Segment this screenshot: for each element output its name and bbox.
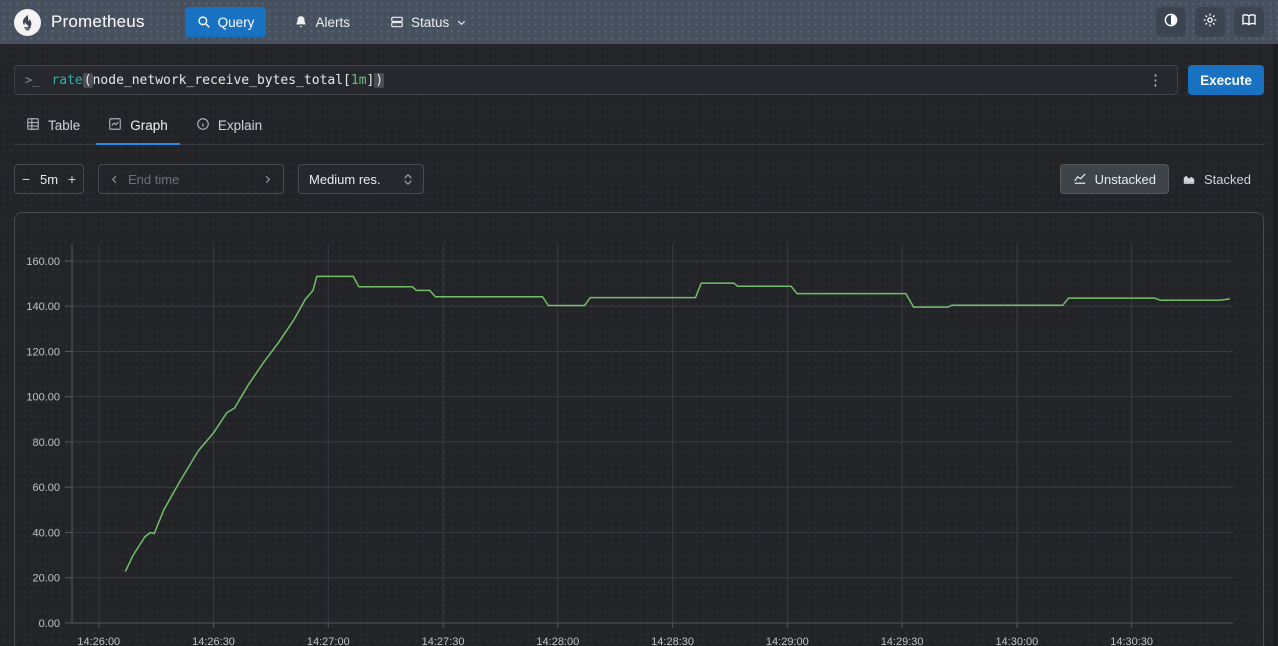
svg-text:80.00: 80.00 [32, 437, 60, 449]
theme-toggle-button[interactable] [1156, 7, 1186, 37]
svg-text:120.00: 120.00 [26, 346, 60, 358]
tab-explain[interactable]: Explain [184, 110, 274, 145]
navbar: Prometheus Query Alerts [0, 0, 1278, 44]
svg-text:14:27:30: 14:27:30 [422, 636, 465, 646]
execute-button[interactable]: Execute [1188, 65, 1264, 95]
tab-graph-label: Graph [130, 118, 168, 133]
svg-text:14:28:30: 14:28:30 [651, 636, 694, 646]
unstacked-button[interactable]: Unstacked [1060, 164, 1169, 194]
svg-text:14:29:00: 14:29:00 [766, 636, 809, 646]
select-chevrons-icon [403, 174, 413, 185]
svg-text:140.00: 140.00 [26, 301, 60, 313]
graph-controls: − 5m + End time Medium res. [14, 164, 1264, 194]
svg-text:14:30:00: 14:30:00 [995, 636, 1038, 646]
svg-text:40.00: 40.00 [32, 527, 60, 539]
svg-text:14:29:30: 14:29:30 [881, 636, 924, 646]
tab-table[interactable]: Table [14, 110, 92, 145]
stacking-toggle: Unstacked Stacked [1060, 164, 1264, 194]
range-stepper: − 5m + [14, 164, 84, 194]
brand-title: Prometheus [51, 12, 145, 32]
bell-icon [294, 15, 308, 29]
search-icon [197, 15, 211, 29]
console-prompt-icon: >_ [25, 73, 39, 87]
svg-text:14:28:00: 14:28:00 [536, 636, 579, 646]
server-icon [390, 15, 404, 29]
range-decrease-button[interactable]: − [15, 171, 37, 187]
time-forward-icon[interactable] [262, 174, 273, 185]
nav-query-label: Query [218, 15, 255, 30]
stacked-label: Stacked [1204, 172, 1251, 187]
svg-text:60.00: 60.00 [32, 482, 60, 494]
scrollbar[interactable] [1273, 44, 1278, 646]
svg-text:160.00: 160.00 [26, 256, 60, 268]
nav-alerts-label: Alerts [315, 15, 350, 30]
panel-tabs: Table Graph Explain [14, 110, 1264, 145]
stacked-chart-icon [1182, 171, 1196, 188]
navbar-actions [1156, 7, 1264, 37]
main-content: >_ rate(node_network_receive_bytes_total… [0, 65, 1278, 646]
svg-text:14:27:00: 14:27:00 [307, 636, 350, 646]
query-row: >_ rate(node_network_receive_bytes_total… [14, 65, 1264, 95]
expression-input[interactable]: >_ rate(node_network_receive_bytes_total… [14, 65, 1178, 95]
svg-text:100.00: 100.00 [26, 392, 60, 404]
info-circle-icon [196, 117, 210, 134]
unstacked-label: Unstacked [1095, 172, 1156, 187]
documentation-button[interactable] [1234, 7, 1264, 37]
graph-icon [108, 117, 122, 134]
svg-text:0.00: 0.00 [39, 618, 60, 630]
stacked-button[interactable]: Stacked [1169, 164, 1264, 194]
time-series-chart[interactable]: 0.00 20.00 40.00 60.00 80.00 100.00 120.00 140.… [15, 213, 1263, 646]
main-nav: Query Alerts Status [185, 7, 480, 37]
graph-panel: 0.00 20.00 40.00 60.00 80.00 100.00 120.00 140.… [14, 212, 1264, 646]
nav-status[interactable]: Status [378, 7, 479, 37]
chevron-down-icon [456, 17, 467, 28]
tab-explain-label: Explain [218, 118, 262, 133]
end-time-picker[interactable]: End time [98, 164, 284, 194]
range-increase-button[interactable]: + [61, 171, 83, 187]
settings-button[interactable] [1195, 7, 1225, 37]
svg-text:14:30:30: 14:30:30 [1110, 636, 1153, 646]
query-options-kebab-icon[interactable]: ⋮ [1144, 71, 1167, 89]
svg-text:20.00: 20.00 [32, 573, 60, 585]
tab-graph[interactable]: Graph [96, 110, 180, 145]
book-icon [1241, 12, 1257, 33]
resolution-value: Medium res. [309, 172, 381, 187]
table-icon [26, 117, 40, 134]
gear-icon [1202, 12, 1218, 33]
svg-text:14:26:30: 14:26:30 [192, 636, 235, 646]
tab-table-label: Table [48, 118, 80, 133]
svg-text:14:26:00: 14:26:00 [77, 636, 120, 646]
nav-query[interactable]: Query [185, 7, 267, 37]
prometheus-logo-icon [14, 9, 41, 36]
range-value-input[interactable]: 5m [37, 172, 61, 187]
time-back-icon[interactable] [109, 174, 120, 185]
query-expression: rate(node_network_receive_bytes_total[1m… [51, 73, 384, 88]
line-chart-icon [1073, 171, 1087, 188]
nav-status-label: Status [411, 15, 449, 30]
brand-link[interactable]: Prometheus [14, 9, 145, 36]
nav-alerts[interactable]: Alerts [282, 7, 362, 37]
contrast-icon [1163, 12, 1179, 33]
end-time-input[interactable]: End time [128, 172, 262, 187]
resolution-select[interactable]: Medium res. [298, 164, 424, 194]
